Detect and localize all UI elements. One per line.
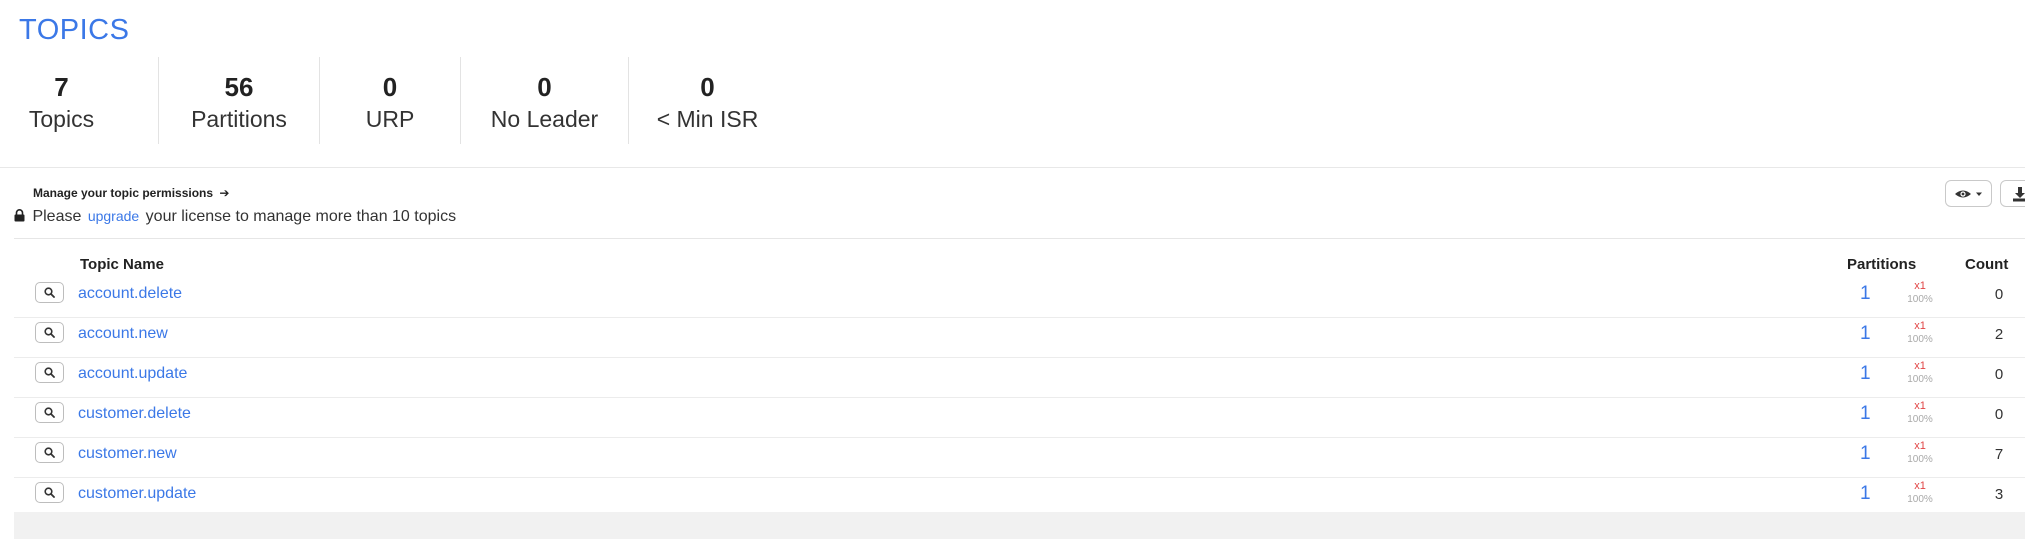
stat-partitions: 56 Partitions [159,57,319,144]
topic-name-link[interactable]: account.new [78,325,168,343]
topic-name-link[interactable]: customer.delete [78,405,191,423]
column-visibility-button[interactable] [1945,180,1992,207]
replication-info: x1 100% [1900,320,1940,346]
message-count: 0 [1994,286,2004,303]
replication-info: x1 100% [1900,280,1940,306]
replication-percent: 100% [1907,374,1933,385]
replication-percent: 100% [1907,494,1933,505]
topic-search-button[interactable] [35,482,64,503]
table-row: customer.new 1 x1 100% 7 [14,438,2025,478]
topic-name-link[interactable]: customer.update [78,485,196,503]
topic-search-button[interactable] [35,282,64,303]
stat-value: 7 [54,72,69,102]
stat-value: 56 [224,72,254,102]
partition-count: 1 [1860,283,1871,304]
upgrade-link[interactable]: upgrade [88,208,139,224]
license-notice: Please upgrade your license to manage mo… [14,208,456,226]
stat-value: 0 [700,72,715,102]
stat-label: < Min ISR [656,106,759,132]
arrow-right-icon: ➔ [219,186,230,200]
stat-label: No Leader [490,106,599,132]
topic-search-button[interactable] [35,322,64,343]
table-body: account.delete 1 x1 100% 0 account.new 1 x1 100%… [14,278,2025,518]
stat-topics: 7 Topics [0,57,123,144]
search-icon [44,407,55,418]
message-count: 2 [1994,326,2004,343]
table-divider [14,238,2025,239]
stat-value: 0 [537,72,552,102]
replication-info: x1 100% [1900,480,1940,506]
search-icon [44,447,55,458]
search-icon [44,287,55,298]
topic-name-link[interactable]: account.update [78,365,187,383]
topic-search-button[interactable] [35,402,64,423]
topics-page: TOPICS 7 Topics 56 Partitions 0 URP 0 No… [0,0,2025,539]
stat-no-leader: 0 No Leader [461,57,628,144]
page-title: TOPICS [19,14,130,46]
lock-icon [14,209,26,223]
partition-count: 1 [1860,323,1871,344]
replication-percent: 100% [1907,334,1933,345]
table-row: customer.delete 1 x1 100% 0 [14,398,2025,438]
replication-factor: x1 [1914,440,1926,452]
message-count: 0 [1994,406,2004,423]
replication-factor: x1 [1914,320,1926,332]
replication-factor: x1 [1914,400,1926,412]
column-header-count[interactable]: Count [1965,256,2008,273]
stat-urp: 0 URP [320,57,460,144]
table-row: account.delete 1 x1 100% 0 [14,278,2025,318]
download-icon [2013,186,2025,201]
replication-info: x1 100% [1900,360,1940,386]
message-count: 7 [1994,446,2004,463]
stat-value: 0 [382,72,398,102]
topic-search-button[interactable] [35,442,64,463]
message-count: 3 [1994,486,2004,503]
stat-label: Topics [28,106,95,132]
replication-factor: x1 [1914,280,1926,292]
chevron-down-icon [1975,192,1982,196]
replication-factor: x1 [1914,480,1926,492]
topic-name-link[interactable]: customer.new [78,445,177,463]
search-icon [44,327,55,338]
partition-count: 1 [1860,403,1871,424]
topics-panel: Manage your topic permissions ➔ Please u… [0,167,2025,539]
replication-info: x1 100% [1900,400,1940,426]
notice-suffix: your license to manage more than 10 topi… [145,208,457,225]
message-count: 0 [1994,366,2004,383]
partition-count: 1 [1860,363,1871,384]
table-row: account.new 1 x1 100% 2 [14,318,2025,358]
replication-factor: x1 [1914,360,1926,372]
stat-min-isr: 0 < Min ISR [629,57,786,144]
topic-name-link[interactable]: account.delete [78,285,182,303]
table-footer [14,512,2025,539]
manage-permissions-link[interactable]: Manage your topic permissions ➔ [33,186,229,200]
replication-percent: 100% [1907,454,1933,465]
replication-percent: 100% [1907,414,1933,425]
search-icon [44,367,55,378]
replication-percent: 100% [1907,294,1933,305]
eye-icon [1954,190,1982,197]
column-header-topic-name[interactable]: Topic Name [80,256,164,273]
stat-label: Partitions [191,106,287,132]
manage-permissions-label: Manage your topic permissions [33,186,214,200]
notice-prefix: Please [32,208,82,225]
topic-search-button[interactable] [35,362,64,383]
replication-info: x1 100% [1900,440,1940,466]
partition-count: 1 [1860,483,1871,504]
partition-count: 1 [1860,443,1871,464]
table-row: account.update 1 x1 100% 0 [14,358,2025,398]
search-icon [44,487,55,498]
stat-label: URP [365,106,415,132]
column-header-partitions[interactable]: Partitions [1847,256,1916,273]
download-button[interactable] [2000,180,2025,207]
